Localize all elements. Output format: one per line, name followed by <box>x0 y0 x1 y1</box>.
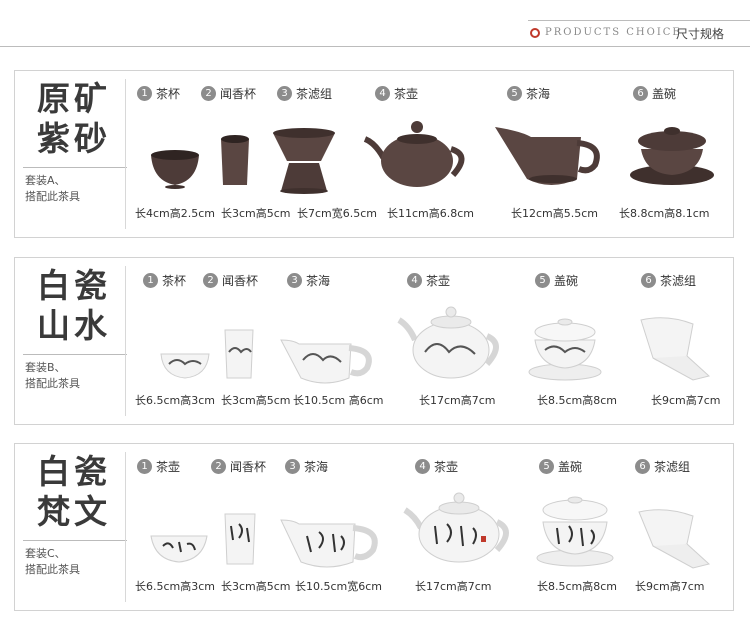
set-a-item-5-size: 长12cm高5.5cm <box>511 207 599 220</box>
set-c-item-4-size: 长17cm高7cm <box>415 580 492 593</box>
set-a-item-3-label: 3 茶滤组 <box>277 85 332 102</box>
set-b-item-5-label: 5 盖碗 <box>535 272 578 289</box>
clay-filter-set-image <box>273 128 335 194</box>
ring-icon <box>530 28 540 38</box>
set-c-divider <box>125 452 126 602</box>
set-c-item-6-size: 长9cm高7cm <box>635 580 705 593</box>
porcelain-cup-image <box>160 353 210 379</box>
clay-teapot-image <box>363 121 465 187</box>
set-a-item-2-label: 2 闻香杯 <box>201 85 256 102</box>
set-a-item-4-size: 长11cm高6.8cm <box>387 207 475 220</box>
set-b-item-6-size: 长9cm高7cm <box>651 394 721 407</box>
set-b-item-2-label: 2 闻香杯 <box>203 272 258 289</box>
set-b-item-5-size: 长8.5cm高8cm <box>537 394 618 407</box>
set-c-item-4-label: 4 茶壶 <box>415 458 458 475</box>
set-a-item-4-label: 4 茶壶 <box>375 85 418 102</box>
set-c-subtitle: 套装C、 搭配此茶具 <box>25 547 80 576</box>
sanskrit-cup-image <box>150 535 208 563</box>
porcelain-pitcher-image <box>280 339 372 384</box>
clay-pitcher-image <box>495 127 600 185</box>
set-c-item-3-size: 长10.5cm宽6cm <box>295 580 383 593</box>
set-a-panel: 原矿 紫砂 套装A、 搭配此茶具 1 茶杯 2 闻香杯 3 茶滤组 4 茶壶 5 茶海 6… <box>14 70 734 238</box>
set-a-title: 原矿 紫砂 <box>37 79 111 158</box>
set-c-title-rule <box>23 540 127 541</box>
set-b-item-1-label: 1 茶杯 <box>143 272 186 289</box>
porcelain-teapot-image <box>397 306 499 379</box>
sanskrit-pitcher-image <box>280 519 378 568</box>
set-a-item-1-label: 1 茶杯 <box>137 85 180 102</box>
set-b-title: 白瓷 山水 <box>37 266 111 345</box>
porcelain-filter-image <box>640 317 711 381</box>
set-b-title-rule <box>23 354 127 355</box>
header-english-title: PRODUCTS CHOICE <box>545 27 682 38</box>
set-b-item-3-label: 3 茶海 <box>287 272 330 289</box>
clay-gaiwan-image <box>630 127 714 185</box>
sanskrit-aroma-cup-image <box>224 513 256 565</box>
set-a-title-rule <box>23 167 127 168</box>
set-a-item-6-size: 长8.8cm高8.1cm <box>619 207 710 220</box>
set-a-item-5-label: 5 茶海 <box>507 85 550 102</box>
porcelain-gaiwan-image <box>528 318 602 381</box>
set-c-item-2-label: 2 闻香杯 <box>211 458 266 475</box>
set-a-item-1-size: 长4cm高2.5cm <box>135 207 216 220</box>
sanskrit-teapot-image <box>403 492 509 563</box>
set-b-item-4-size: 长17cm高7cm <box>419 394 496 407</box>
set-a-item-6-label: 6 盖碗 <box>633 85 676 102</box>
set-b-panel: 白瓷 山水 套装B、 搭配此茶具 1 茶杯 2 闻香杯 3 茶海 4 茶壶 5 盖碗 6茶… <box>14 257 734 425</box>
sanskrit-gaiwan-image <box>536 496 614 567</box>
header-top-rule <box>528 20 750 21</box>
set-a-item-3-size: 长7cm宽6.5cm <box>297 207 378 220</box>
set-a-item-2-size: 长3cm高5cm <box>221 207 291 220</box>
header-chinese-title: 尺寸规格 <box>676 27 725 41</box>
set-b-item-2-size: 长3cm高5cm <box>221 394 291 407</box>
set-b-item-4-label: 4 茶壶 <box>407 272 450 289</box>
set-c-item-5-size: 长8.5cm高8cm <box>537 580 618 593</box>
set-c-item-1-size: 长6.5cm高3cm <box>135 580 216 593</box>
set-c-panel: 白瓷 梵文 套装C、 搭配此茶具 1 茶壶 2 闻香杯 3 茶海 4 茶壶 5 盖碗 6茶… <box>14 443 734 611</box>
set-b-item-3-size: 长10.5cm 高6cm <box>293 394 384 407</box>
set-c-item-1-label: 1 茶壶 <box>137 458 180 475</box>
porcelain-aroma-cup-image <box>224 329 254 379</box>
set-c-item-2-size: 长3cm高5cm <box>221 580 291 593</box>
sanskrit-filter-image <box>638 509 711 569</box>
clay-cup-image <box>151 150 199 189</box>
set-b-item-1-size: 长6.5cm高3cm <box>135 394 216 407</box>
set-b-subtitle: 套装B、 搭配此茶具 <box>25 361 80 390</box>
set-b-item-6-label: 6 茶滤组 <box>641 272 696 289</box>
set-a-subtitle: 套装A、 搭配此茶具 <box>25 174 80 203</box>
clay-aroma-cup-image <box>221 135 249 185</box>
set-c-item-5-label: 5 盖碗 <box>539 458 582 475</box>
set-b-divider <box>125 266 126 416</box>
set-a-divider <box>125 79 126 229</box>
set-c-title: 白瓷 梵文 <box>37 452 111 531</box>
set-c-item-6-label: 6 茶滤组 <box>635 458 690 475</box>
set-c-item-3-label: 3 茶海 <box>285 458 328 475</box>
page-header: PRODUCTS CHOICE 尺寸规格 <box>0 0 750 48</box>
header-rule <box>0 46 750 47</box>
